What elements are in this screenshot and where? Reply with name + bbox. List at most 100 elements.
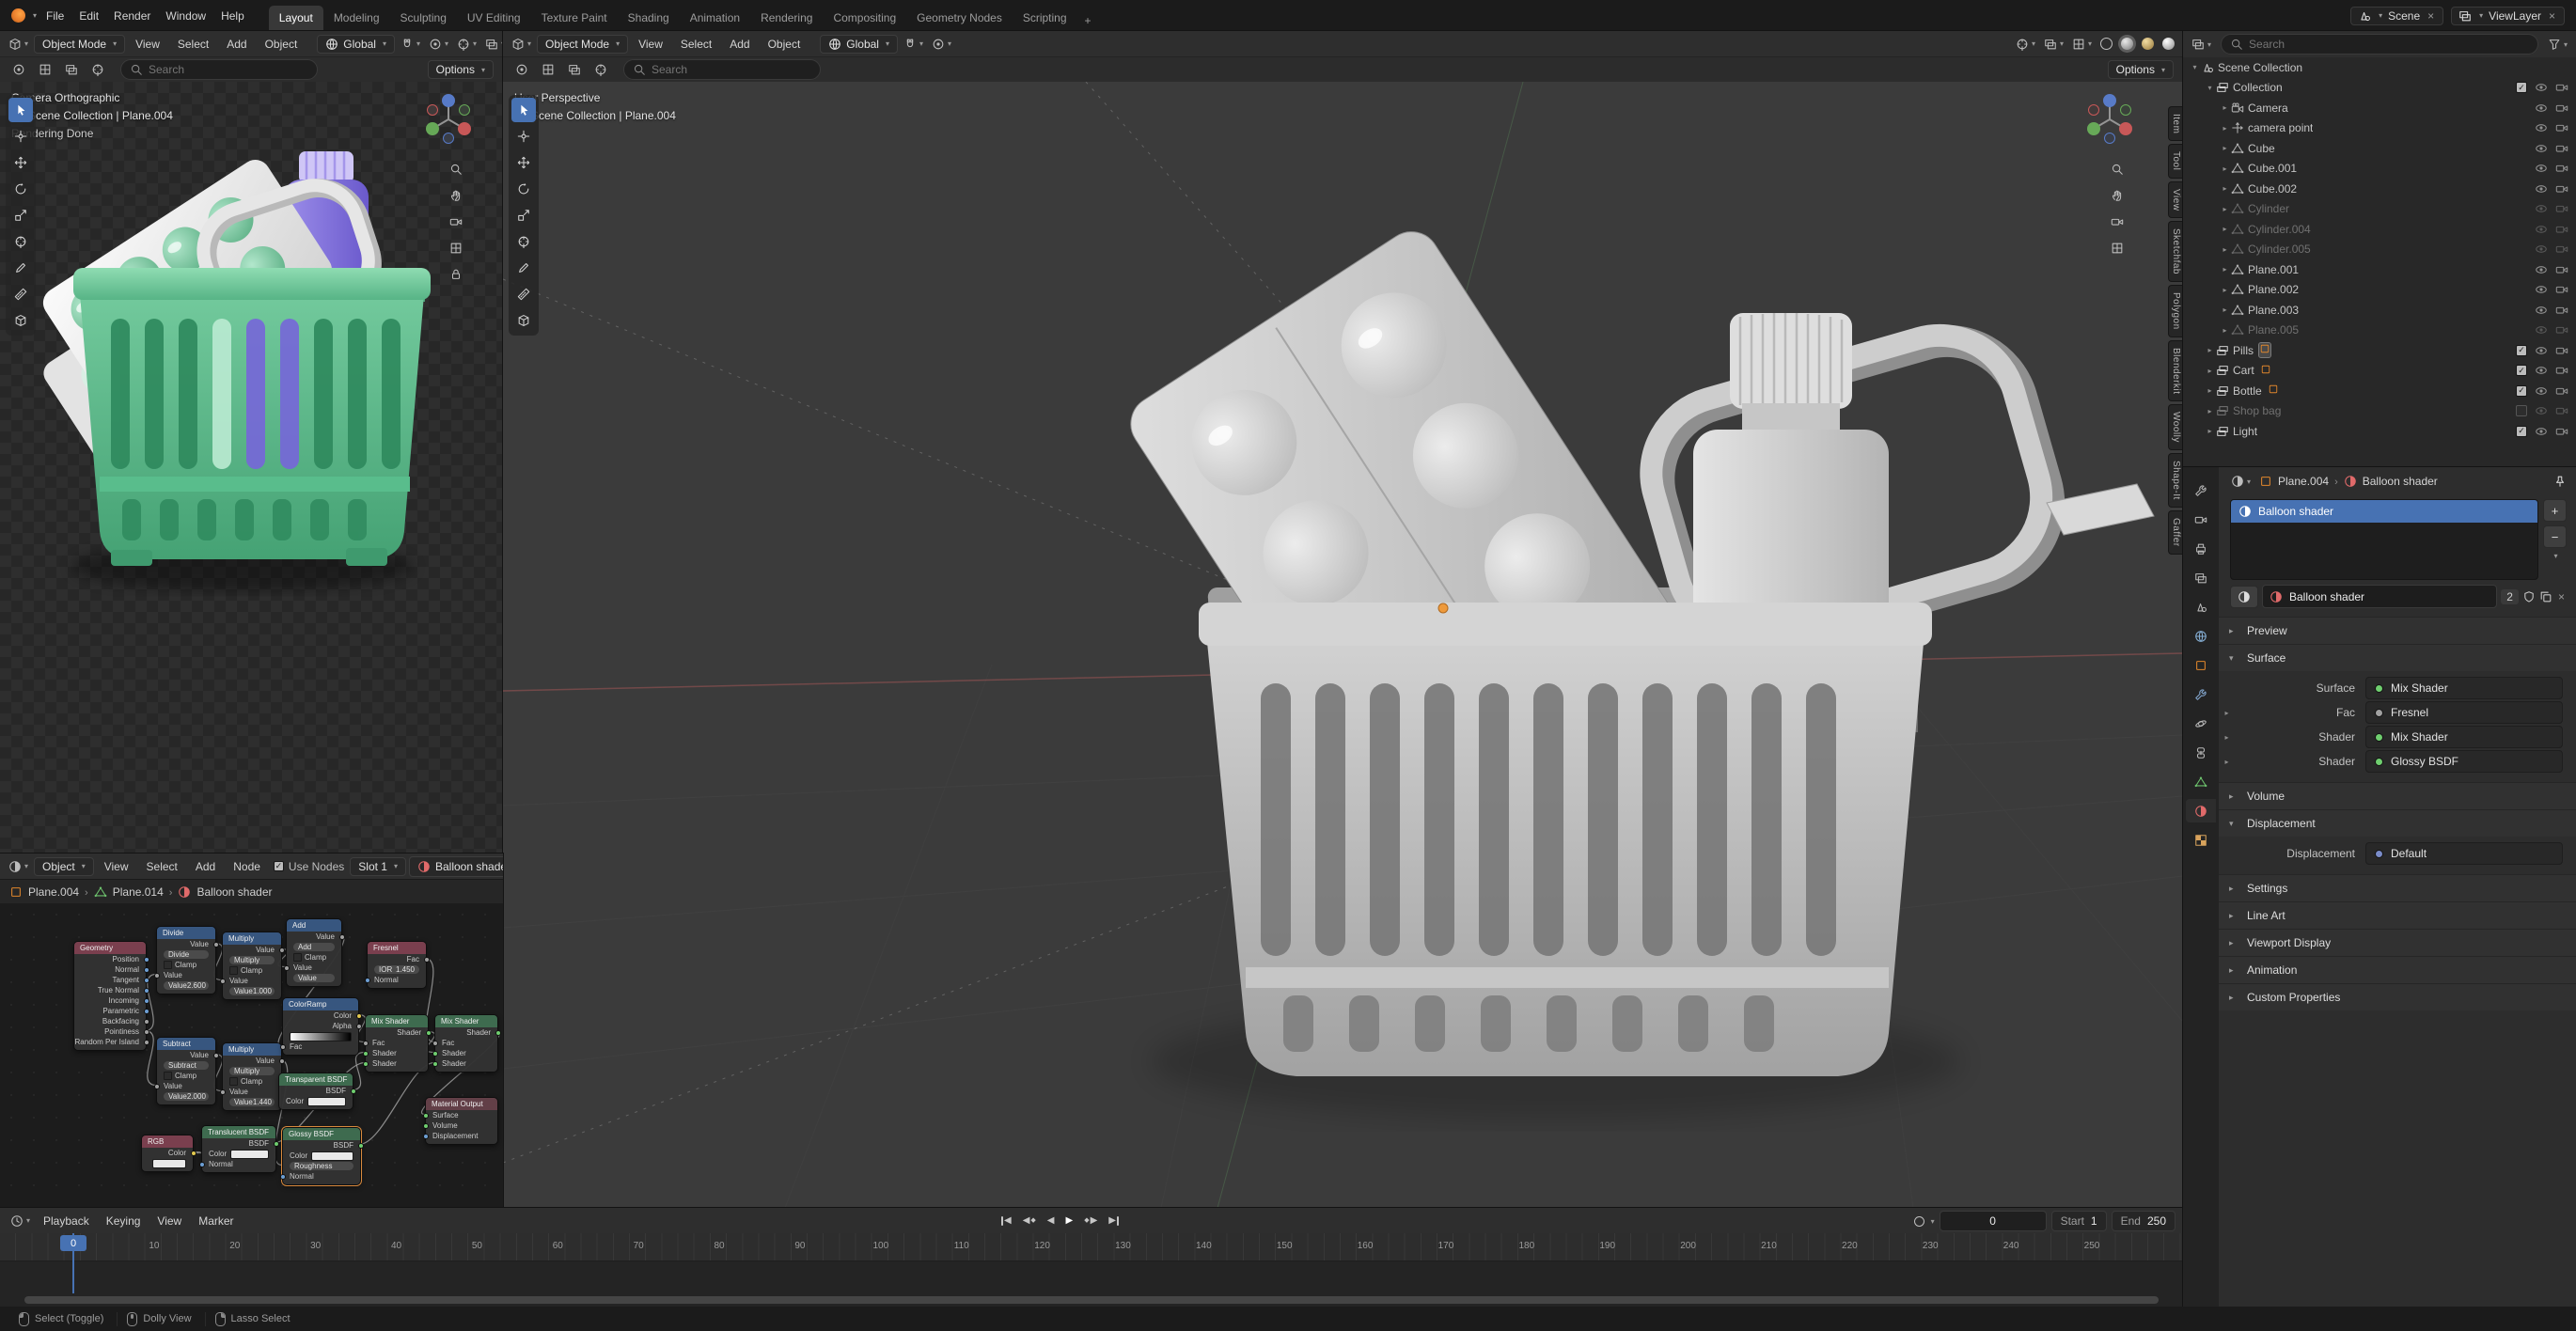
node-value-field[interactable]: Divide <box>164 950 209 959</box>
node-socket[interactable] <box>191 1151 196 1156</box>
slot-dropdown[interactable]: Slot 1▾ <box>350 857 406 876</box>
disclosure-arrow[interactable]: ▸ <box>2219 265 2231 274</box>
browse-material-button[interactable] <box>2230 586 2258 608</box>
snap-toggle[interactable]: ▾ <box>901 36 926 53</box>
shader-node[interactable]: MultiplyValueMultiplyClampValueValue1.00… <box>222 932 282 1000</box>
sidebar-tab-shapeit[interactable]: Shape-It <box>2168 453 2183 508</box>
outliner-row[interactable]: ▸Plane.005 <box>2183 321 2576 341</box>
disclosure-arrow[interactable]: ▸ <box>2219 245 2231 254</box>
tool-rotate-button[interactable] <box>8 177 33 201</box>
hide-viewport-toggle[interactable] <box>2535 202 2548 215</box>
outliner-row[interactable]: ▾Scene Collection <box>2183 57 2576 78</box>
node-socket[interactable] <box>279 1058 285 1064</box>
menu-window[interactable]: Window <box>158 7 213 25</box>
tool-scale-button[interactable] <box>511 203 536 227</box>
socket-disclosure-arrow[interactable]: ▸ <box>2219 709 2235 717</box>
breadcrumb-object[interactable]: Plane.004 <box>28 885 79 899</box>
hide-viewport-toggle[interactable] <box>2535 142 2548 155</box>
disable-render-toggle[interactable] <box>2555 344 2568 357</box>
node-socket[interactable] <box>363 1041 369 1046</box>
disable-render-toggle[interactable] <box>2555 304 2568 317</box>
show-gizmos-toggle[interactable]: ▾ <box>2013 36 2038 53</box>
collection-checkbox[interactable]: ✓ <box>2516 385 2527 397</box>
node-socket[interactable] <box>356 1013 362 1019</box>
node-value-field[interactable]: Add <box>293 943 335 951</box>
snap-toggle[interactable]: ▾ <box>398 36 423 53</box>
navigation-gizmo[interactable] <box>2080 89 2140 149</box>
slot-specials-caret[interactable]: ▾ <box>2553 552 2557 560</box>
breadcrumb-mesh[interactable]: Plane.014 <box>113 885 164 899</box>
node-socket[interactable] <box>154 1084 160 1089</box>
toggle-perspective-button[interactable] <box>447 240 465 257</box>
sidebar-tab-gaffer[interactable]: Gaffer <box>2168 510 2183 555</box>
outliner-row[interactable]: ▸Cylinder.005 <box>2183 240 2576 260</box>
zoom-view-button[interactable] <box>2108 161 2127 178</box>
material-name-field[interactable]: Balloon shader <box>2262 585 2497 608</box>
node-color-swatch[interactable] <box>311 1151 353 1161</box>
blender-logo-icon[interactable] <box>11 8 25 23</box>
property-value-button[interactable]: Fresnel <box>2365 701 2563 724</box>
tool-options-2-button[interactable] <box>539 61 558 78</box>
section-header[interactable]: ▸Settings <box>2219 875 2576 901</box>
disclosure-arrow[interactable]: ▸ <box>2219 305 2231 314</box>
node-value-field[interactable]: Value2.000 <box>164 1092 209 1101</box>
editor-type-button[interactable]: ▾ <box>509 36 534 53</box>
disclosure-arrow[interactable]: ▸ <box>2204 386 2216 395</box>
node-checkbox[interactable] <box>229 966 238 975</box>
timeline-menu-keying[interactable]: Keying <box>99 1212 149 1230</box>
prev-keyframe-button[interactable]: ◀◆ <box>1018 1214 1041 1228</box>
outliner-search[interactable] <box>2221 34 2538 55</box>
shader-type-dropdown[interactable]: Object▾ <box>34 857 94 876</box>
disable-render-toggle[interactable] <box>2555 323 2568 337</box>
hide-viewport-toggle[interactable] <box>2535 304 2548 317</box>
disable-render-toggle[interactable] <box>2555 263 2568 276</box>
pan-view-button[interactable] <box>2108 187 2127 204</box>
disable-render-toggle[interactable] <box>2555 102 2568 115</box>
jump-end-button[interactable]: ▶ <box>1104 1214 1123 1228</box>
hide-viewport-toggle[interactable] <box>2535 81 2548 94</box>
menu-add[interactable]: Add <box>722 35 757 54</box>
current-frame-field[interactable]: 0 <box>1940 1211 2047 1231</box>
collection-checkbox[interactable]: ✓ <box>2516 426 2527 437</box>
workspace-tab-scripting[interactable]: Scripting <box>1013 6 1077 31</box>
hide-viewport-toggle[interactable] <box>2535 404 2548 417</box>
tool-measure-button[interactable] <box>511 282 536 306</box>
unlink-material-icon[interactable]: × <box>2556 590 2567 603</box>
node-socket[interactable] <box>363 1061 369 1067</box>
options-dropdown[interactable]: Options▾ <box>428 60 494 79</box>
play-reverse-button[interactable]: ◀ <box>1043 1214 1060 1228</box>
node-socket[interactable] <box>144 967 149 973</box>
hide-viewport-toggle[interactable] <box>2535 384 2548 398</box>
material-slot-selected[interactable]: Balloon shader <box>2231 500 2537 523</box>
disclosure-arrow[interactable]: ▸ <box>2204 346 2216 354</box>
disable-render-toggle[interactable] <box>2555 404 2568 417</box>
tool-options-4-button[interactable] <box>88 61 107 78</box>
tool-move-button[interactable] <box>511 150 536 175</box>
properties-tab-data[interactable] <box>2186 770 2216 793</box>
node-socket[interactable] <box>199 1162 205 1167</box>
sidebar-tab-item[interactable]: Item <box>2168 106 2183 141</box>
disable-render-toggle[interactable] <box>2555 162 2568 175</box>
sidebar-tab-polygon[interactable]: Polygon <box>2168 285 2183 337</box>
node-socket[interactable] <box>284 965 290 971</box>
node-value-field[interactable]: Multiply <box>229 1067 275 1075</box>
outliner-row[interactable]: ▸Plane.003 <box>2183 300 2576 321</box>
disable-render-toggle[interactable] <box>2555 384 2568 398</box>
outliner-row[interactable]: ▸Camera <box>2183 98 2576 118</box>
shading-wireframe-button[interactable] <box>2097 35 2115 53</box>
node-socket[interactable] <box>365 978 370 983</box>
new-material-icon[interactable] <box>2539 590 2552 603</box>
node-value-field[interactable]: Value1.440 <box>229 1098 275 1106</box>
next-keyframe-button[interactable]: ◆▶ <box>1079 1214 1102 1228</box>
section-header[interactable]: ▸Volume <box>2219 783 2576 809</box>
tool-cursor-button[interactable] <box>511 124 536 149</box>
lock-view-button[interactable] <box>447 266 465 283</box>
shader-node[interactable]: GeometryPositionNormalTangentTrue Normal… <box>73 941 147 1051</box>
disclosure-arrow[interactable]: ▾ <box>2204 84 2216 92</box>
frame-start-field[interactable]: Start1 <box>2051 1211 2107 1231</box>
menu-edit[interactable]: Edit <box>71 7 106 25</box>
fake-user-icon[interactable] <box>2522 590 2536 603</box>
pan-view-button[interactable] <box>447 187 465 204</box>
disable-render-toggle[interactable] <box>2555 223 2568 236</box>
node-socket[interactable] <box>144 998 149 1004</box>
